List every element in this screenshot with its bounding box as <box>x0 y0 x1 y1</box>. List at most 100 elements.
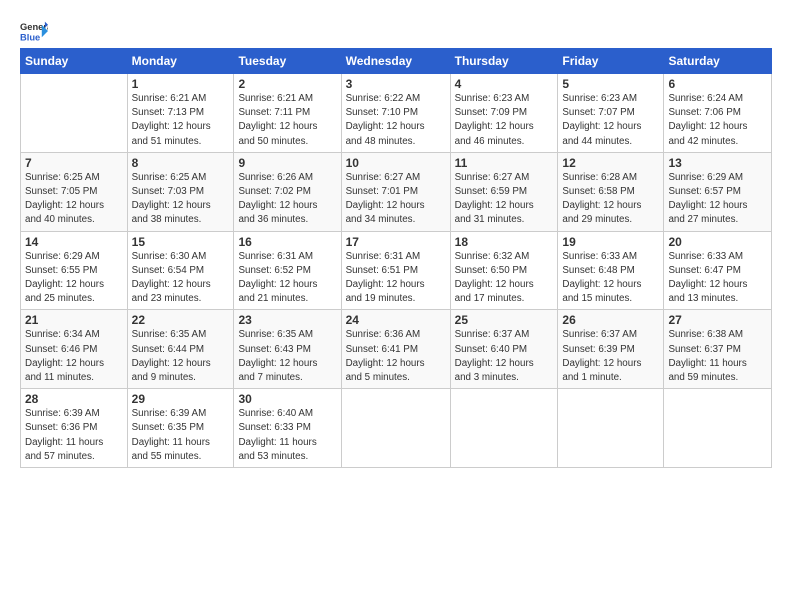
logo-icon: General Blue <box>20 20 48 42</box>
day-info: Sunrise: 6:22 AMSunset: 7:10 PMDaylight:… <box>346 92 446 149</box>
calendar-week-5: 28Sunrise: 6:39 AMSunset: 6:36 PMDayligh… <box>21 389 772 468</box>
day-number: 30 <box>238 392 336 406</box>
day-info: Sunrise: 6:33 AMSunset: 6:48 PMDaylight:… <box>562 250 659 307</box>
calendar-day: 1Sunrise: 6:21 AMSunset: 7:13 PMDaylight… <box>127 74 234 153</box>
col-friday: Friday <box>558 49 664 74</box>
day-number: 15 <box>132 235 230 249</box>
day-info: Sunrise: 6:39 AMSunset: 6:36 PMDaylight:… <box>25 407 123 464</box>
calendar-day: 4Sunrise: 6:23 AMSunset: 7:09 PMDaylight… <box>450 74 558 153</box>
day-info: Sunrise: 6:21 AMSunset: 7:11 PMDaylight:… <box>238 92 336 149</box>
day-info: Sunrise: 6:29 AMSunset: 6:57 PMDaylight:… <box>668 171 767 228</box>
calendar-day: 9Sunrise: 6:26 AMSunset: 7:02 PMDaylight… <box>234 152 341 231</box>
calendar-day: 12Sunrise: 6:28 AMSunset: 6:58 PMDayligh… <box>558 152 664 231</box>
day-number: 24 <box>346 313 446 327</box>
calendar-day: 11Sunrise: 6:27 AMSunset: 6:59 PMDayligh… <box>450 152 558 231</box>
day-info: Sunrise: 6:27 AMSunset: 7:01 PMDaylight:… <box>346 171 446 228</box>
calendar-day: 16Sunrise: 6:31 AMSunset: 6:52 PMDayligh… <box>234 231 341 310</box>
col-sunday: Sunday <box>21 49 128 74</box>
calendar-day: 29Sunrise: 6:39 AMSunset: 6:35 PMDayligh… <box>127 389 234 468</box>
day-number: 1 <box>132 77 230 91</box>
day-info: Sunrise: 6:31 AMSunset: 6:51 PMDaylight:… <box>346 250 446 307</box>
day-number: 4 <box>455 77 554 91</box>
calendar-week-4: 21Sunrise: 6:34 AMSunset: 6:46 PMDayligh… <box>21 310 772 389</box>
day-number: 13 <box>668 156 767 170</box>
calendar-day: 7Sunrise: 6:25 AMSunset: 7:05 PMDaylight… <box>21 152 128 231</box>
calendar-page: General Blue Sunday Monday Tuesday Wedne… <box>0 0 792 612</box>
day-number: 16 <box>238 235 336 249</box>
day-number: 8 <box>132 156 230 170</box>
col-thursday: Thursday <box>450 49 558 74</box>
day-number: 26 <box>562 313 659 327</box>
calendar-day: 13Sunrise: 6:29 AMSunset: 6:57 PMDayligh… <box>664 152 772 231</box>
calendar-day: 5Sunrise: 6:23 AMSunset: 7:07 PMDaylight… <box>558 74 664 153</box>
col-wednesday: Wednesday <box>341 49 450 74</box>
day-info: Sunrise: 6:32 AMSunset: 6:50 PMDaylight:… <box>455 250 554 307</box>
calendar-day <box>450 389 558 468</box>
day-number: 5 <box>562 77 659 91</box>
day-number: 3 <box>346 77 446 91</box>
calendar-day <box>664 389 772 468</box>
day-info: Sunrise: 6:21 AMSunset: 7:13 PMDaylight:… <box>132 92 230 149</box>
day-info: Sunrise: 6:34 AMSunset: 6:46 PMDaylight:… <box>25 328 123 385</box>
calendar-day: 6Sunrise: 6:24 AMSunset: 7:06 PMDaylight… <box>664 74 772 153</box>
day-number: 23 <box>238 313 336 327</box>
day-number: 28 <box>25 392 123 406</box>
calendar-day: 26Sunrise: 6:37 AMSunset: 6:39 PMDayligh… <box>558 310 664 389</box>
calendar-day: 24Sunrise: 6:36 AMSunset: 6:41 PMDayligh… <box>341 310 450 389</box>
calendar-week-3: 14Sunrise: 6:29 AMSunset: 6:55 PMDayligh… <box>21 231 772 310</box>
day-info: Sunrise: 6:23 AMSunset: 7:09 PMDaylight:… <box>455 92 554 149</box>
day-info: Sunrise: 6:36 AMSunset: 6:41 PMDaylight:… <box>346 328 446 385</box>
day-info: Sunrise: 6:25 AMSunset: 7:05 PMDaylight:… <box>25 171 123 228</box>
day-info: Sunrise: 6:39 AMSunset: 6:35 PMDaylight:… <box>132 407 230 464</box>
calendar-day: 21Sunrise: 6:34 AMSunset: 6:46 PMDayligh… <box>21 310 128 389</box>
day-info: Sunrise: 6:40 AMSunset: 6:33 PMDaylight:… <box>238 407 336 464</box>
calendar-day: 8Sunrise: 6:25 AMSunset: 7:03 PMDaylight… <box>127 152 234 231</box>
calendar-day: 28Sunrise: 6:39 AMSunset: 6:36 PMDayligh… <box>21 389 128 468</box>
day-number: 14 <box>25 235 123 249</box>
day-number: 29 <box>132 392 230 406</box>
calendar-day: 27Sunrise: 6:38 AMSunset: 6:37 PMDayligh… <box>664 310 772 389</box>
col-monday: Monday <box>127 49 234 74</box>
calendar-week-1: 1Sunrise: 6:21 AMSunset: 7:13 PMDaylight… <box>21 74 772 153</box>
day-info: Sunrise: 6:31 AMSunset: 6:52 PMDaylight:… <box>238 250 336 307</box>
day-number: 9 <box>238 156 336 170</box>
day-number: 6 <box>668 77 767 91</box>
col-tuesday: Tuesday <box>234 49 341 74</box>
day-number: 18 <box>455 235 554 249</box>
calendar-day: 23Sunrise: 6:35 AMSunset: 6:43 PMDayligh… <box>234 310 341 389</box>
day-info: Sunrise: 6:35 AMSunset: 6:44 PMDaylight:… <box>132 328 230 385</box>
calendar-day: 10Sunrise: 6:27 AMSunset: 7:01 PMDayligh… <box>341 152 450 231</box>
day-number: 2 <box>238 77 336 91</box>
calendar-table: Sunday Monday Tuesday Wednesday Thursday… <box>20 48 772 468</box>
day-info: Sunrise: 6:35 AMSunset: 6:43 PMDaylight:… <box>238 328 336 385</box>
calendar-day: 19Sunrise: 6:33 AMSunset: 6:48 PMDayligh… <box>558 231 664 310</box>
calendar-day <box>21 74 128 153</box>
page-header: General Blue <box>20 18 772 42</box>
calendar-week-2: 7Sunrise: 6:25 AMSunset: 7:05 PMDaylight… <box>21 152 772 231</box>
day-number: 20 <box>668 235 767 249</box>
calendar-day: 15Sunrise: 6:30 AMSunset: 6:54 PMDayligh… <box>127 231 234 310</box>
day-number: 22 <box>132 313 230 327</box>
day-info: Sunrise: 6:27 AMSunset: 6:59 PMDaylight:… <box>455 171 554 228</box>
day-info: Sunrise: 6:33 AMSunset: 6:47 PMDaylight:… <box>668 250 767 307</box>
day-info: Sunrise: 6:23 AMSunset: 7:07 PMDaylight:… <box>562 92 659 149</box>
day-info: Sunrise: 6:38 AMSunset: 6:37 PMDaylight:… <box>668 328 767 385</box>
day-info: Sunrise: 6:24 AMSunset: 7:06 PMDaylight:… <box>668 92 767 149</box>
day-info: Sunrise: 6:37 AMSunset: 6:39 PMDaylight:… <box>562 328 659 385</box>
calendar-day <box>341 389 450 468</box>
day-number: 21 <box>25 313 123 327</box>
calendar-day <box>558 389 664 468</box>
day-number: 10 <box>346 156 446 170</box>
svg-text:Blue: Blue <box>20 32 40 42</box>
day-info: Sunrise: 6:28 AMSunset: 6:58 PMDaylight:… <box>562 171 659 228</box>
calendar-day: 14Sunrise: 6:29 AMSunset: 6:55 PMDayligh… <box>21 231 128 310</box>
day-info: Sunrise: 6:37 AMSunset: 6:40 PMDaylight:… <box>455 328 554 385</box>
day-info: Sunrise: 6:29 AMSunset: 6:55 PMDaylight:… <box>25 250 123 307</box>
calendar-day: 22Sunrise: 6:35 AMSunset: 6:44 PMDayligh… <box>127 310 234 389</box>
day-info: Sunrise: 6:26 AMSunset: 7:02 PMDaylight:… <box>238 171 336 228</box>
day-number: 11 <box>455 156 554 170</box>
day-number: 25 <box>455 313 554 327</box>
day-number: 27 <box>668 313 767 327</box>
calendar-day: 3Sunrise: 6:22 AMSunset: 7:10 PMDaylight… <box>341 74 450 153</box>
calendar-header-row: Sunday Monday Tuesday Wednesday Thursday… <box>21 49 772 74</box>
